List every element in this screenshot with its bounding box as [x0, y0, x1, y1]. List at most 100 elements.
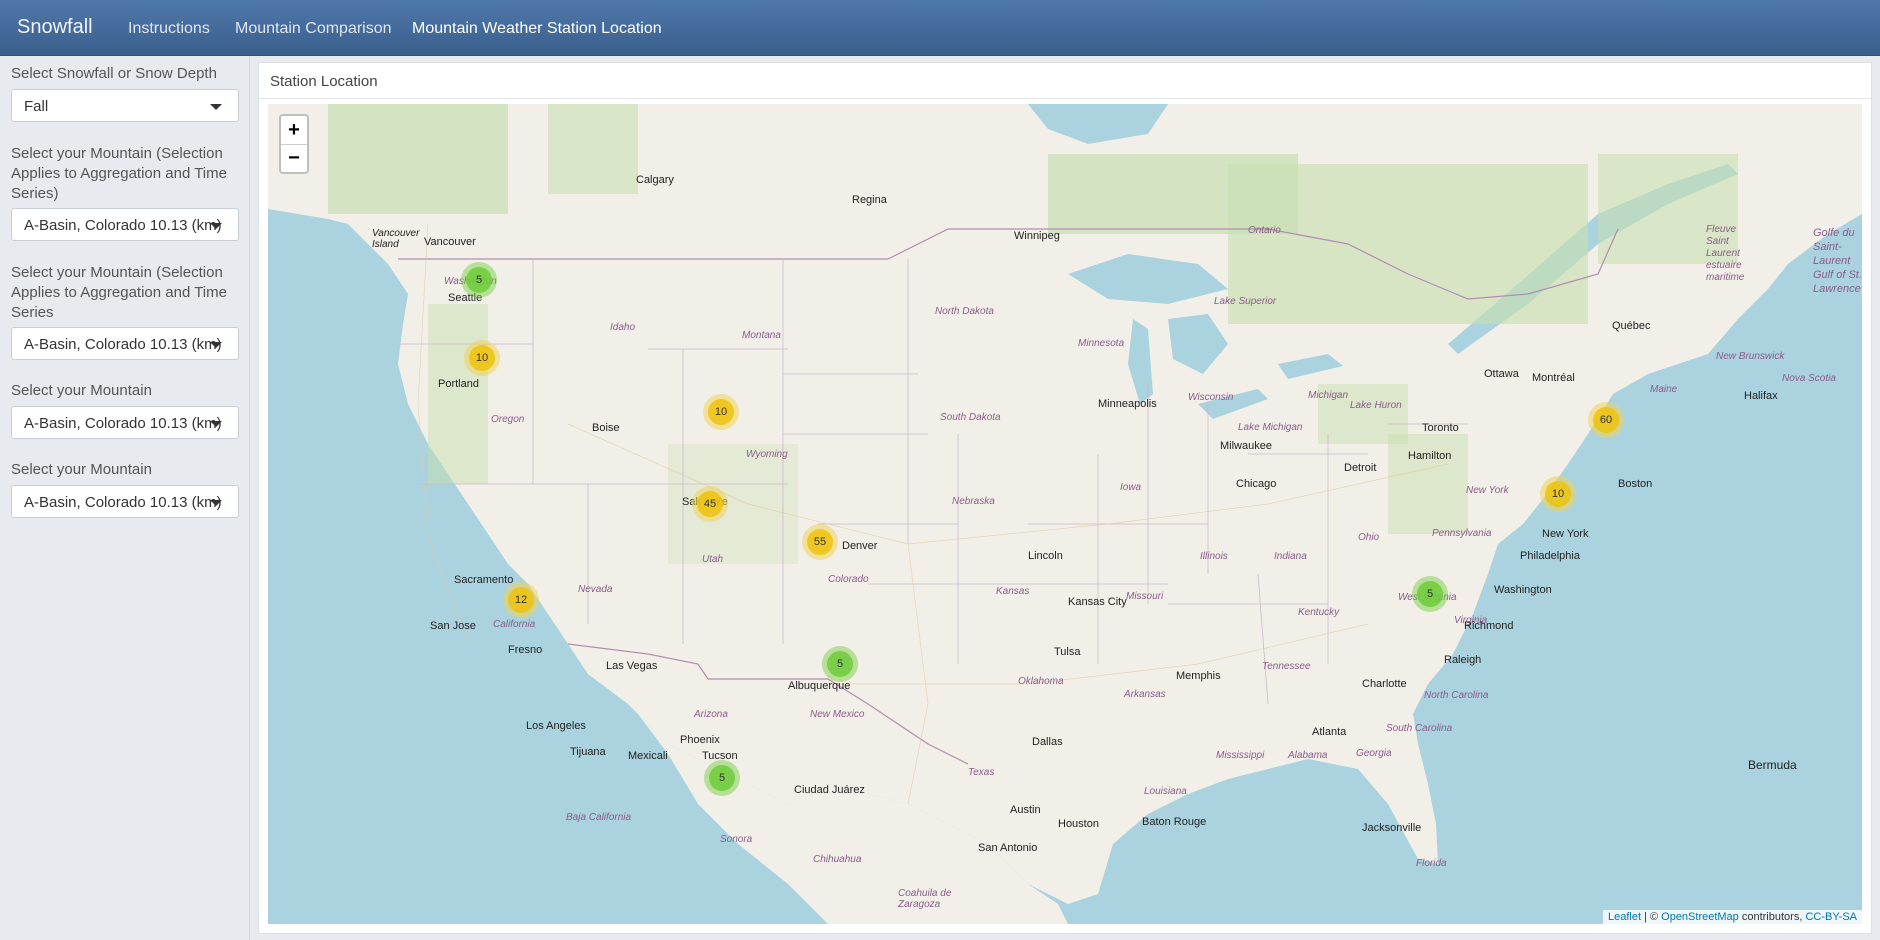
map-city-label: Tulsa: [1054, 646, 1081, 658]
select-value: A-Basin, Colorado 10.13 (km): [24, 494, 222, 511]
station-cluster-marker[interactable]: 60: [1588, 402, 1624, 438]
tab-mountain-weather-station-location[interactable]: Mountain Weather Station Location: [412, 20, 662, 38]
map-city-label: Montréal: [1532, 372, 1575, 384]
mountain-select-3[interactable]: A-Basin, Colorado 10.13 (km): [11, 406, 239, 439]
map-region-label: Florida: [1416, 858, 1447, 869]
map-region-label: South Carolina: [1386, 723, 1453, 734]
mountain-select-1[interactable]: A-Basin, Colorado 10.13 (km): [11, 208, 239, 241]
tab-instructions[interactable]: Instructions: [128, 20, 210, 38]
map-region-label: Chihuahua: [813, 854, 862, 865]
sidebar: Select Snowfall or Snow Depth Fall Selec…: [0, 56, 250, 940]
map-region-label: Lake Huron: [1350, 400, 1402, 411]
map-city-label: San Antonio: [978, 842, 1038, 854]
map-city-label: Winnipeg: [1014, 230, 1060, 242]
license-link[interactable]: CC-BY-SA: [1805, 911, 1857, 923]
map-city-label: Boise: [592, 422, 620, 434]
zoom-out-button[interactable]: −: [281, 144, 307, 172]
select-value: A-Basin, Colorado 10.13 (km): [24, 217, 222, 234]
map-region-label: Michigan: [1308, 390, 1349, 401]
station-cluster-marker[interactable]: 5: [822, 646, 858, 682]
map-city-label: Milwaukee: [1220, 440, 1272, 452]
map-region-label: South Dakota: [940, 412, 1001, 423]
map-city-label: Detroit: [1344, 462, 1377, 474]
map-region-label: New Mexico: [810, 709, 865, 720]
zoom-control: + −: [279, 114, 309, 174]
mountain-select-2[interactable]: A-Basin, Colorado 10.13 (km): [11, 327, 239, 360]
mountain-select-label-1: Select your Mountain (Selection Applies …: [11, 145, 227, 202]
map-region-label: Ontario: [1248, 225, 1281, 236]
chevron-down-icon: [210, 342, 222, 348]
map-region-label: Maine: [1650, 384, 1678, 395]
map-region-label: California: [493, 619, 536, 630]
map-region-label: Ohio: [1358, 532, 1380, 543]
map-region-label: Kentucky: [1298, 607, 1340, 618]
attribution-separator: | ©: [1641, 911, 1662, 923]
map-region-label: Fleuve Saint Laurent estuaire maritime: [1706, 224, 1745, 283]
leaflet-link[interactable]: Leaflet: [1608, 911, 1641, 923]
map-city-label: Sacramento: [454, 574, 514, 586]
map-basemap: [268, 104, 1862, 924]
map-city-label: Fresno: [508, 644, 543, 656]
map-city-label: Philadelphia: [1520, 550, 1580, 562]
station-cluster-marker[interactable]: 12: [503, 582, 539, 618]
panel-divider: [259, 98, 1871, 99]
map-city-label: Memphis: [1176, 670, 1221, 682]
map-region-label: Lake Michigan: [1238, 422, 1303, 433]
map-region-label: Georgia: [1356, 748, 1392, 759]
map-region-label: North Dakota: [935, 306, 994, 317]
map-city-label: Halifax: [1744, 390, 1778, 402]
map-attribution: Leaflet | © OpenStreetMap contributors, …: [1602, 910, 1862, 924]
map-city-label: Charlotte: [1362, 678, 1407, 690]
zoom-in-button[interactable]: +: [281, 116, 307, 145]
map-region-label: Louisiana: [1144, 786, 1187, 797]
map-region-label: Idaho: [610, 322, 636, 333]
station-cluster-marker[interactable]: 45: [692, 486, 728, 522]
select-value: Fall: [24, 98, 49, 115]
station-map[interactable]: Washington Idaho Montana Oregon Wyoming …: [268, 104, 1862, 924]
map-region-label: Tennessee: [1262, 661, 1311, 672]
map-region-label: Mississippi: [1216, 750, 1265, 761]
map-city-label: Regina: [852, 194, 887, 206]
map-city-label: Ottawa: [1484, 368, 1519, 380]
snowfall-type-select[interactable]: Fall: [11, 89, 239, 122]
map-region-label: Nevada: [578, 584, 613, 595]
mountain-select-4[interactable]: A-Basin, Colorado 10.13 (km): [11, 485, 239, 518]
openstreetmap-link[interactable]: OpenStreetMap: [1661, 911, 1739, 923]
map-city-label: Hamilton: [1408, 450, 1452, 462]
map-region-label: Iowa: [1120, 482, 1142, 493]
station-cluster-marker[interactable]: 5: [461, 262, 497, 298]
map-region-label: Montana: [742, 330, 781, 341]
station-cluster-marker[interactable]: 10: [1540, 476, 1576, 512]
station-cluster-marker[interactable]: 5: [1412, 576, 1448, 612]
map-region-label: Indiana: [1274, 551, 1307, 562]
map-region-label: Texas: [968, 767, 995, 778]
map-region-label: Kansas: [996, 586, 1030, 597]
station-cluster-marker[interactable]: 5: [704, 760, 740, 796]
map-city-label: Jacksonville: [1362, 822, 1422, 834]
chevron-down-icon: [210, 500, 222, 506]
map-city-label: Austin: [1010, 804, 1041, 816]
map-region-label: Minnesota: [1078, 338, 1125, 349]
map-region-label: Nebraska: [952, 496, 995, 507]
map-region-label: Arizona: [694, 709, 728, 720]
station-cluster-marker[interactable]: 10: [703, 394, 739, 430]
map-city-label: Kansas City: [1068, 596, 1127, 608]
map-city-label: Richmond: [1464, 620, 1514, 632]
map-region-label: Nova Scotia: [1782, 373, 1836, 384]
map-city-label: Québec: [1612, 320, 1651, 332]
select-value: A-Basin, Colorado 10.13 (km): [24, 415, 222, 432]
snowfall-type-label: Select Snowfall or Snow Depth: [11, 65, 217, 82]
map-city-label: Los Angeles: [526, 720, 586, 732]
map-city-label: Toronto: [1422, 422, 1459, 434]
map-city-label: Boston: [1618, 478, 1653, 490]
map-region-label: Wyoming: [746, 449, 788, 460]
map-region-label: Oklahoma: [1018, 676, 1064, 687]
station-cluster-marker[interactable]: 55: [802, 524, 838, 560]
app-brand[interactable]: Snowfall: [17, 16, 93, 39]
map-city-label: Denver: [842, 540, 878, 552]
map-region-label: New Brunswick: [1716, 351, 1785, 362]
tab-mountain-comparison[interactable]: Mountain Comparison: [235, 20, 392, 38]
map-region-label: Lake Superior: [1214, 296, 1277, 307]
station-cluster-marker[interactable]: 10: [464, 340, 500, 376]
map-city-label: Houston: [1058, 818, 1099, 830]
